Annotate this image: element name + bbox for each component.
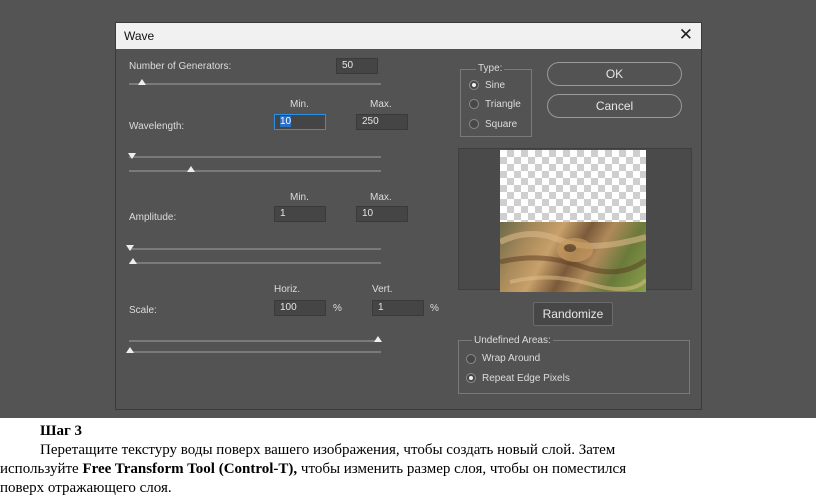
amplitude-min-slider-track[interactable] xyxy=(129,248,381,250)
scale-horiz-slider-thumb[interactable] xyxy=(374,336,382,342)
wrap-around-label[interactable]: Wrap Around xyxy=(482,353,540,364)
scale-horiz-input[interactable]: 100 xyxy=(274,300,326,316)
amplitude-max-input[interactable]: 10 xyxy=(356,206,408,222)
generators-label: Number of Generators: xyxy=(129,61,232,72)
type-sine-radio[interactable] xyxy=(469,80,479,90)
ok-button[interactable]: OK xyxy=(547,62,682,86)
cancel-button[interactable]: Cancel xyxy=(547,94,682,118)
step-heading: Шаг 3 xyxy=(40,423,83,439)
wavelength-label: Wavelength: xyxy=(129,121,185,132)
close-icon[interactable]: ✕ xyxy=(679,26,693,44)
generators-slider-thumb[interactable] xyxy=(138,79,146,85)
amplitude-max-slider-track[interactable] xyxy=(129,262,381,264)
undefined-areas-legend: Undefined Areas: xyxy=(472,335,553,346)
amplitude-max-label: Max. xyxy=(370,192,392,203)
type-square-radio[interactable] xyxy=(469,119,479,129)
caption-line-2: используйте Free Transform Tool (Control… xyxy=(0,460,816,479)
wrap-around-radio[interactable] xyxy=(466,354,476,364)
repeat-edge-pixels-radio[interactable] xyxy=(466,373,476,383)
caption-line-1: Перетащите текстуру воды поверх вашего и… xyxy=(40,442,616,458)
wavelength-min-label: Min. xyxy=(290,99,309,110)
amplitude-label: Amplitude: xyxy=(129,212,177,223)
wavelength-min-input[interactable]: 10 xyxy=(274,114,326,130)
amplitude-max-slider-thumb[interactable] xyxy=(129,258,137,264)
caption-line-3: поверх отражающего слоя. xyxy=(0,480,172,496)
scale-vert-slider-thumb[interactable] xyxy=(126,347,134,353)
amplitude-min-input[interactable]: 1 xyxy=(274,206,326,222)
preview-image-texture xyxy=(500,230,646,292)
preview-pane xyxy=(458,148,692,292)
tool-name: Free Transform Tool (Control-T), xyxy=(82,461,298,477)
scale-vert-input[interactable]: 1 xyxy=(372,300,424,316)
type-legend: Type: xyxy=(476,63,505,74)
amplitude-min-slider-thumb[interactable] xyxy=(126,245,134,251)
wavelength-max-slider-track[interactable] xyxy=(129,170,381,172)
transparent-checkerboard xyxy=(500,150,646,222)
repeat-edge-pixels-label[interactable]: Repeat Edge Pixels xyxy=(482,373,570,384)
wavelength-min-slider-track[interactable] xyxy=(129,156,381,158)
generators-input[interactable]: 50 xyxy=(336,58,378,74)
type-triangle-radio[interactable] xyxy=(469,99,479,109)
type-triangle-label[interactable]: Triangle xyxy=(485,99,521,110)
wavelength-max-slider-thumb[interactable] xyxy=(187,166,195,172)
scale-vert-label: Vert. xyxy=(372,284,393,295)
scale-horiz-unit: % xyxy=(333,303,342,314)
preview-image xyxy=(500,222,646,292)
caption-line-2-post: чтобы изменить размер слоя, чтобы он пом… xyxy=(297,461,627,477)
wavelength-max-input[interactable]: 250 xyxy=(356,114,408,130)
dialog-title: Wave xyxy=(124,29,155,43)
amplitude-min-label: Min. xyxy=(290,192,309,203)
wave-dialog: Wave ✕ Number of Generators: 50 Min. Max… xyxy=(115,22,702,410)
title-bar: Wave ✕ xyxy=(116,23,701,49)
undefined-areas-group xyxy=(458,340,690,394)
type-square-label[interactable]: Square xyxy=(485,119,517,130)
randomize-button[interactable]: Randomize xyxy=(533,302,613,326)
wavelength-min-slider-thumb[interactable] xyxy=(128,153,136,159)
caption-line-2-pre: используйте xyxy=(0,461,83,477)
wavelength-max-label: Max. xyxy=(370,99,392,110)
scale-vert-slider-track[interactable] xyxy=(129,351,381,353)
scale-label: Scale: xyxy=(129,305,157,316)
generators-slider-track[interactable] xyxy=(129,83,381,85)
type-sine-label[interactable]: Sine xyxy=(485,80,505,91)
scale-vert-unit: % xyxy=(430,303,439,314)
scale-horiz-slider-track[interactable] xyxy=(129,340,381,342)
scale-horiz-label: Horiz. xyxy=(274,284,301,295)
